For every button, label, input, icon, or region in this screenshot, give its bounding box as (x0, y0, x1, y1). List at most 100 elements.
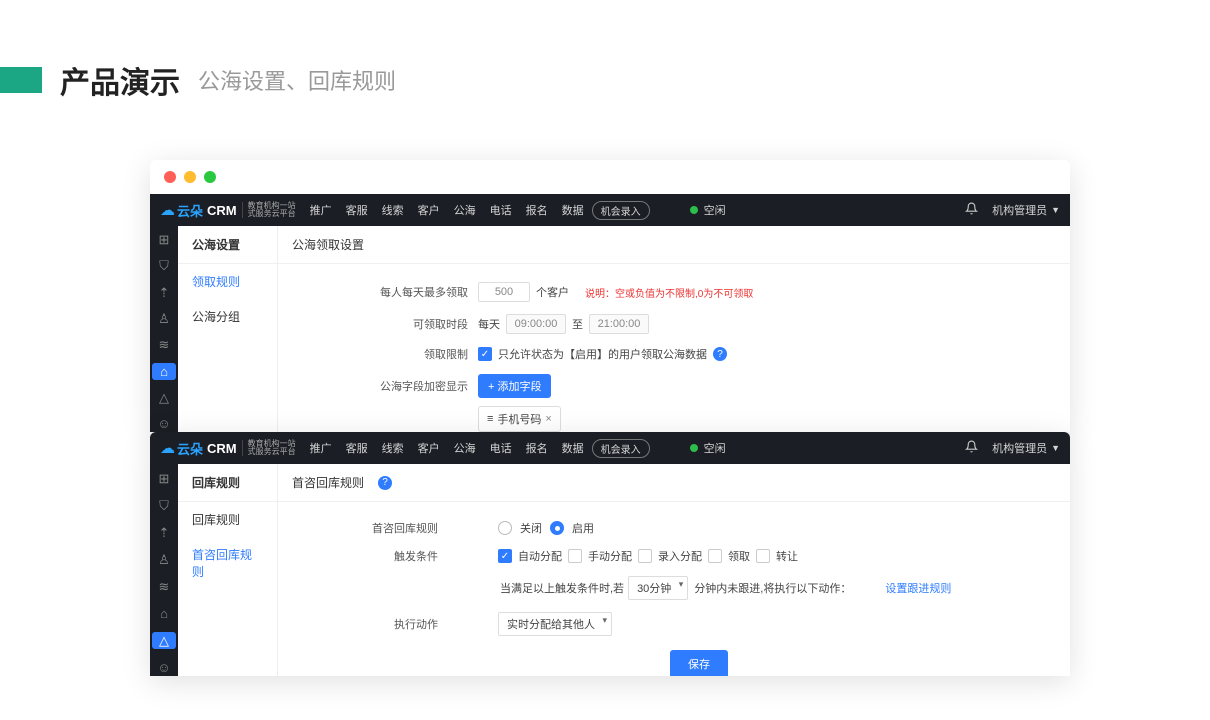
off-text: 关闭 (520, 520, 542, 536)
nav-item[interactable]: 数据 (562, 202, 584, 218)
label-claim-limit: 领取限制 (278, 346, 478, 362)
siderail: ⊞ ⛉ ⇡ ♙ ≋ ⌂ △ ☺ (150, 464, 178, 676)
user-menu[interactable]: 机构管理员 ▼ (992, 202, 1060, 218)
opt-text: 领取 (728, 548, 750, 564)
rail-person-icon[interactable]: ☺ (152, 659, 176, 676)
subnav: 公海设置 领取规则 公海分组 (178, 226, 278, 432)
subnav-title: 回库规则 (178, 464, 277, 502)
status-dot-icon (690, 444, 698, 452)
slide-title: 产品演示 (60, 58, 180, 102)
tag-text: 手机号码 (497, 411, 541, 427)
rail-book-icon[interactable]: ≋ (152, 337, 176, 353)
select-minutes[interactable]: 30分钟 (628, 576, 688, 600)
rail-chart-icon[interactable]: ⇡ (152, 524, 176, 541)
help-icon[interactable]: ? (713, 347, 727, 361)
label-claim-time: 可领取时段 (278, 316, 478, 332)
link-set-follow-rules[interactable]: 设置跟进规则 (885, 580, 951, 596)
radio-off[interactable] (498, 521, 512, 535)
nav-item[interactable]: 线索 (382, 440, 404, 456)
nav-item[interactable]: 电话 (490, 202, 512, 218)
rail-user-icon[interactable]: ♙ (152, 551, 176, 568)
hint-text: 说明：空或负值为不限制,0为不可领取 (585, 285, 753, 300)
app-window-pool-settings: ☁ 云朵 CRM 教育机构一站式服务云平台 推广 客服 线索 客户 公海 电话 … (150, 160, 1070, 432)
nav-item[interactable]: 客户 (418, 202, 440, 218)
rail-home-icon[interactable]: ⌂ (152, 363, 176, 379)
rail-chart-icon[interactable]: ⇡ (152, 285, 176, 301)
close-dot[interactable] (164, 171, 176, 183)
subnav-item-first-return[interactable]: 首咨回库规则 (178, 537, 277, 589)
nav-item[interactable]: 推广 (310, 440, 332, 456)
nav-item[interactable]: 推广 (310, 202, 332, 218)
opportunity-entry-button[interactable]: 机会录入 (592, 201, 650, 220)
subnav-item-pool-group[interactable]: 公海分组 (178, 299, 277, 334)
opt-text: 转让 (776, 548, 798, 564)
row-condition-text: 当满足以上触发条件时,若 30分钟 分钟内未跟进,将执行以下动作： 设置跟进规则 (328, 570, 1070, 606)
opt-text: 录入分配 (658, 548, 702, 564)
nav-item[interactable]: 公海 (454, 202, 476, 218)
nav-item[interactable]: 数据 (562, 440, 584, 456)
input-start-time[interactable]: 09:00:00 (506, 314, 566, 334)
add-field-button[interactable]: + 添加字段 (478, 374, 551, 398)
main-header: 公海领取设置 (278, 226, 1070, 264)
rail-recycle-icon[interactable]: △ (152, 632, 176, 649)
rail-book-icon[interactable]: ≋ (152, 578, 176, 595)
cond-after: 分钟内未跟进,将执行以下动作： (694, 580, 851, 596)
window-controls (150, 160, 1070, 194)
cb-manual-assign[interactable]: ✓ (568, 549, 582, 563)
nav-item[interactable]: 公海 (454, 440, 476, 456)
opportunity-entry-button[interactable]: 机会录入 (592, 439, 650, 458)
status-text: 空闲 (704, 440, 726, 456)
rail-home-icon[interactable]: ⌂ (152, 605, 176, 622)
minimize-dot[interactable] (184, 171, 196, 183)
input-max-claim[interactable]: 500 (478, 282, 530, 302)
subnav-item-return-rules[interactable]: 回库规则 (178, 502, 277, 537)
select-action[interactable]: 实时分配给其他人 (498, 612, 612, 636)
bell-icon[interactable] (965, 440, 978, 456)
maximize-dot[interactable] (204, 171, 216, 183)
user-label: 机构管理员 (992, 440, 1047, 456)
row-max-claim: 每人每天最多领取 500 个客户 说明：空或负值为不限制,0为不可领取 (278, 276, 1070, 308)
main-header: 首咨回库规则 ? (278, 464, 1070, 502)
remove-tag-icon[interactable]: × (545, 413, 551, 425)
top-nav-items: 推广 客服 线索 客户 公海 电话 报名 数据 (310, 202, 584, 218)
nav-item[interactable]: 报名 (526, 202, 548, 218)
checkbox-enabled-only[interactable]: ✓ (478, 347, 492, 361)
slide-subtitle: 公海设置、回库规则 (198, 64, 396, 96)
chevron-down-icon: ▼ (1051, 205, 1060, 215)
rail-recycle-icon[interactable]: △ (152, 390, 176, 406)
subnav-item-claim-rules[interactable]: 领取规则 (178, 264, 277, 299)
drag-icon[interactable]: ≡ (487, 413, 493, 425)
nav-item[interactable]: 客户 (418, 440, 440, 456)
topbar: ☁ 云朵 CRM 教育机构一站式服务云平台 推广 客服 线索 客户 公海 电话 … (150, 194, 1070, 226)
cb-claim[interactable]: ✓ (708, 549, 722, 563)
nav-item[interactable]: 客服 (346, 440, 368, 456)
nav-item[interactable]: 报名 (526, 440, 548, 456)
input-end-time[interactable]: 21:00:00 (589, 314, 649, 334)
row-claim-time: 可领取时段 每天 09:00:00 至 21:00:00 (278, 308, 1070, 340)
nav-item[interactable]: 线索 (382, 202, 404, 218)
nav-item[interactable]: 客服 (346, 202, 368, 218)
user-menu[interactable]: 机构管理员 ▼ (992, 440, 1060, 456)
bell-icon[interactable] (965, 202, 978, 218)
cond-before: 当满足以上触发条件时,若 (500, 580, 624, 596)
help-icon[interactable]: ? (378, 476, 392, 490)
rail-shield-icon[interactable]: ⛉ (152, 258, 176, 274)
status-dot-icon (690, 206, 698, 214)
nav-item[interactable]: 电话 (490, 440, 512, 456)
cb-transfer[interactable]: ✓ (756, 549, 770, 563)
radio-on[interactable] (550, 521, 564, 535)
logo-cloud-icon: ☁ (160, 201, 175, 219)
rail-user-icon[interactable]: ♙ (152, 311, 176, 327)
save-button[interactable]: 保存 (670, 650, 728, 676)
cb-entry-assign[interactable]: ✓ (638, 549, 652, 563)
encrypted-field-tag: ≡ 手机号码 × (478, 406, 561, 432)
status-text: 空闲 (704, 202, 726, 218)
rail-grid-icon[interactable]: ⊞ (152, 470, 176, 487)
cb-auto-assign[interactable]: ✓ (498, 549, 512, 563)
rail-person-icon[interactable]: ☺ (152, 416, 176, 432)
rail-shield-icon[interactable]: ⛉ (152, 497, 176, 514)
row-claim-limit: 领取限制 ✓ 只允许状态为【启用】的用户领取公海数据 ? (278, 340, 1070, 368)
subnav: 回库规则 回库规则 首咨回库规则 (178, 464, 278, 676)
rail-grid-icon[interactable]: ⊞ (152, 232, 176, 248)
accent-block (0, 67, 42, 93)
